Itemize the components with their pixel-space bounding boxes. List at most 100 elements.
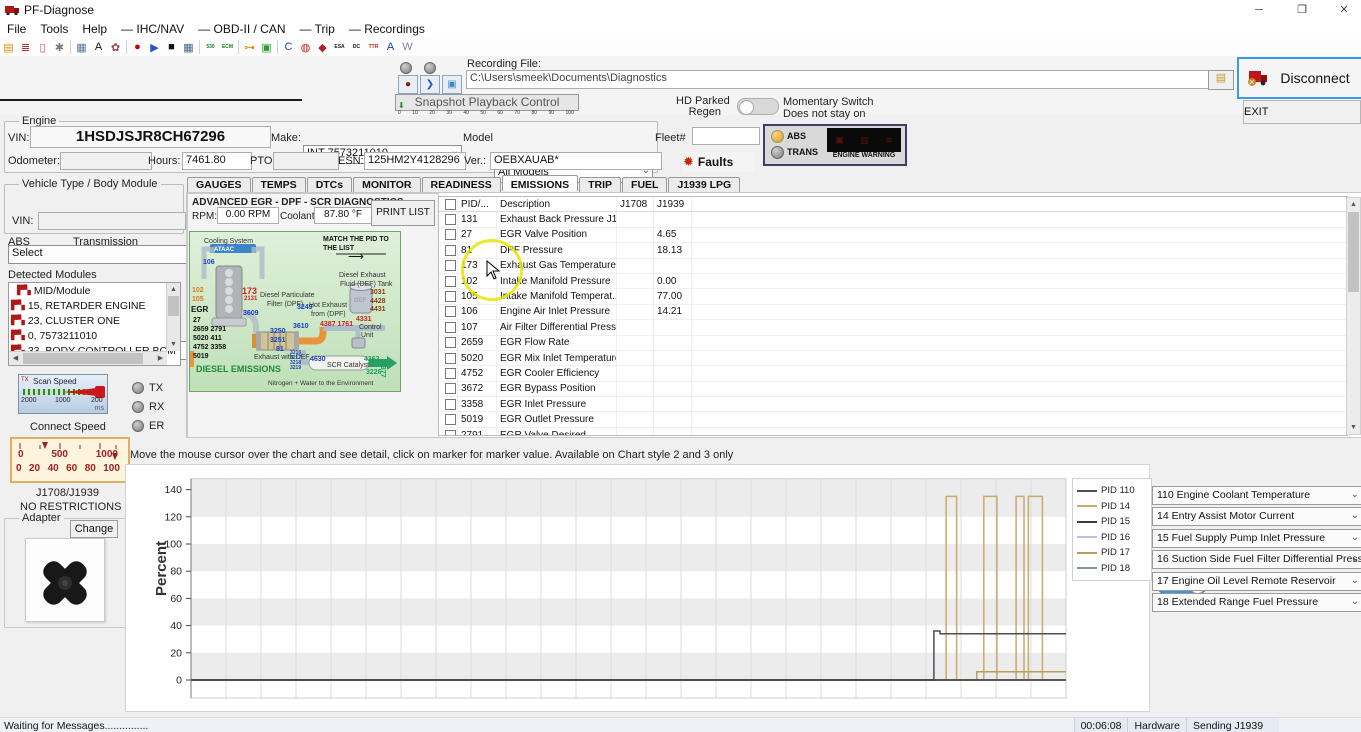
tab-readiness[interactable]: READINESS xyxy=(422,177,501,193)
module-list-item[interactable]: ▛▚23, CLUSTER ONE xyxy=(9,313,180,328)
module-list-item[interactable]: ▛▚0, 7573211010 xyxy=(9,328,180,343)
browse-folder-button[interactable]: ▤ xyxy=(1208,70,1234,90)
faults-button[interactable]: ✹ Faults xyxy=(683,152,755,172)
table-row[interactable]: 173Exhaust Gas Temperature xyxy=(439,259,1347,274)
international-brand-icon[interactable]: ◆ xyxy=(314,39,331,55)
table-row[interactable]: 5019EGR Outlet Pressure xyxy=(439,412,1347,427)
modules-hscrollbar[interactable]: ◀▶ xyxy=(9,351,167,365)
sidebar-vin-field[interactable] xyxy=(38,212,186,230)
tab-dtcs[interactable]: DTCs xyxy=(307,177,352,193)
table-row[interactable]: 102Intake Manifold Pressure0.00 xyxy=(439,274,1347,289)
record-icon[interactable]: ● xyxy=(129,39,146,55)
tab-j1939-lpg[interactable]: J1939 LPG xyxy=(668,177,740,193)
row-checkbox[interactable] xyxy=(445,245,456,256)
ver-field[interactable]: OEBXAUAB* xyxy=(490,152,662,170)
detroit-brand-icon[interactable]: ◍ xyxy=(297,39,314,55)
row-checkbox[interactable] xyxy=(445,291,456,302)
play-snapshot-button[interactable]: ❯ xyxy=(420,75,440,94)
tab-fuel[interactable]: FUEL xyxy=(622,177,667,193)
allison-brand-icon[interactable]: A xyxy=(382,39,399,55)
menu-item-obd-ii-can[interactable]: — OBD-II / CAN xyxy=(191,20,292,38)
print-list-button[interactable]: PRINT LIST xyxy=(371,200,435,226)
esn-field[interactable]: 125HM2Y4128296 xyxy=(364,152,466,170)
settings-gear-icon[interactable]: ✱ xyxy=(51,39,68,55)
stamp-icon[interactable]: ✿ xyxy=(107,39,124,55)
module-list-item[interactable]: ▛▚MID/Module xyxy=(9,283,180,298)
table-row[interactable]: 3358EGR Inlet Pressure xyxy=(439,397,1347,412)
column-header[interactable]: J1708 xyxy=(617,197,654,211)
record-snapshot-button[interactable]: ● xyxy=(398,75,418,94)
adapter-change-button[interactable]: Change xyxy=(70,520,118,538)
table-row[interactable]: 3672EGR Bypass Position xyxy=(439,382,1347,397)
font-icon[interactable]: A xyxy=(90,39,107,55)
pto-field[interactable] xyxy=(273,152,339,170)
table-row[interactable]: 105Intake Manifold Temperat...77.00 xyxy=(439,289,1347,304)
close-button[interactable]: ✕ xyxy=(1327,0,1361,20)
pid-selector-4[interactable]: 16 Suction Side Fuel Filter Differential… xyxy=(1152,550,1361,569)
table-row[interactable]: 106Engine Air Inlet Pressure14.21 xyxy=(439,305,1347,320)
pid-selector-5[interactable]: 17 Engine Oil Level Remote Reservoir xyxy=(1152,572,1361,591)
table-row[interactable]: 2791EGR Valve Desired xyxy=(439,428,1347,436)
j1587-icon[interactable]: 530 xyxy=(202,39,219,55)
key-icon[interactable]: ⊶ xyxy=(241,39,258,55)
calendar-icon[interactable]: ▦ xyxy=(180,39,197,55)
table-row[interactable]: 5020EGR Mix Inlet Temperature xyxy=(439,351,1347,366)
row-checkbox[interactable] xyxy=(445,383,456,394)
ttr-brand-icon[interactable]: TTR xyxy=(365,39,382,55)
table-row[interactable]: 2659EGR Flow Rate xyxy=(439,336,1347,351)
row-checkbox[interactable] xyxy=(445,260,456,271)
tab-gauges[interactable]: GAUGES xyxy=(187,177,251,193)
pid-table[interactable]: PID/...DescriptionJ1708J1939131Exhaust B… xyxy=(438,196,1348,436)
fleet-field[interactable] xyxy=(692,127,760,145)
row-checkbox[interactable] xyxy=(445,337,456,348)
photo-icon[interactable]: ▦ xyxy=(73,39,90,55)
table-row[interactable]: 131Exhaust Back Pressure J1... xyxy=(439,212,1347,227)
row-checkbox[interactable] xyxy=(445,322,456,333)
table-row[interactable]: 81DPF Pressure18.13 xyxy=(439,243,1347,258)
pid-selector-6[interactable]: 18 Extended Range Fuel Pressure xyxy=(1152,593,1361,612)
menu-item-file[interactable]: File xyxy=(0,20,33,38)
row-checkbox[interactable] xyxy=(445,306,456,317)
row-checkbox[interactable] xyxy=(445,399,456,410)
play-icon[interactable]: ▶ xyxy=(146,39,163,55)
tab-emissions[interactable]: EMISSIONS xyxy=(502,175,578,191)
menu-item-trip[interactable]: — Trip xyxy=(293,20,342,38)
tab-temps[interactable]: TEMPS xyxy=(252,177,306,193)
row-checkbox[interactable] xyxy=(445,276,456,287)
row-checkbox[interactable] xyxy=(445,414,456,425)
exit-button[interactable]: EXIT xyxy=(1243,100,1361,124)
disconnect-button[interactable]: ✕ Disconnect xyxy=(1237,57,1361,99)
levels-icon[interactable]: ≣ xyxy=(17,39,34,55)
hd-parked-regen-toggle[interactable] xyxy=(737,98,779,115)
hours-field[interactable]: 7461.80 xyxy=(182,152,252,170)
tab-trip[interactable]: TRIP xyxy=(579,177,621,193)
row-checkbox[interactable] xyxy=(445,368,456,379)
recording-file-path[interactable]: C:\Users\smeek\Documents\Diagnostics xyxy=(466,70,1210,89)
select-all-checkbox[interactable] xyxy=(445,199,456,210)
menu-item-recordings[interactable]: — Recordings xyxy=(342,20,432,38)
column-header[interactable]: J1939 xyxy=(654,197,692,211)
column-header[interactable]: PID/... xyxy=(458,197,497,211)
row-checkbox[interactable] xyxy=(445,430,456,436)
vin-value[interactable]: 1HSDJSJR8CH67296 xyxy=(30,126,271,148)
line-chart[interactable]: 020406080100120140 xyxy=(126,465,1149,710)
cat-brand-icon[interactable]: C xyxy=(280,39,297,55)
tab-monitor[interactable]: MONITOR xyxy=(353,177,420,193)
pid-table-scrollbar[interactable]: ▲ ▼ xyxy=(1346,197,1361,435)
odometer-field[interactable] xyxy=(60,152,152,170)
module-list-item[interactable]: ▛▚15, RETARDER ENGINE xyxy=(9,298,180,313)
minimize-button[interactable]: ─ xyxy=(1242,0,1276,20)
table-row[interactable]: 107Air Filter Differential Press... xyxy=(439,320,1347,335)
chart-panel[interactable]: Percent 020406080100120140 PID 110PID 14… xyxy=(125,464,1150,712)
esa-brand-icon[interactable]: ESA xyxy=(331,39,348,55)
ecm-icon[interactable]: ECM xyxy=(219,39,236,55)
menu-item-ihc-nav[interactable]: — IHC/NAV xyxy=(114,20,191,38)
row-checkbox[interactable] xyxy=(445,214,456,225)
dtc-brand-icon[interactable]: DC xyxy=(348,39,365,55)
pid-selector-1[interactable]: 110 Engine Coolant Temperature xyxy=(1152,486,1361,505)
table-row[interactable]: 27EGR Valve Position4.65 xyxy=(439,228,1347,243)
table-row[interactable]: 4752EGR Cooler Efficiency xyxy=(439,366,1347,381)
menu-item-tools[interactable]: Tools xyxy=(33,20,75,38)
column-header[interactable]: Description xyxy=(497,197,617,211)
row-checkbox[interactable] xyxy=(445,229,456,240)
